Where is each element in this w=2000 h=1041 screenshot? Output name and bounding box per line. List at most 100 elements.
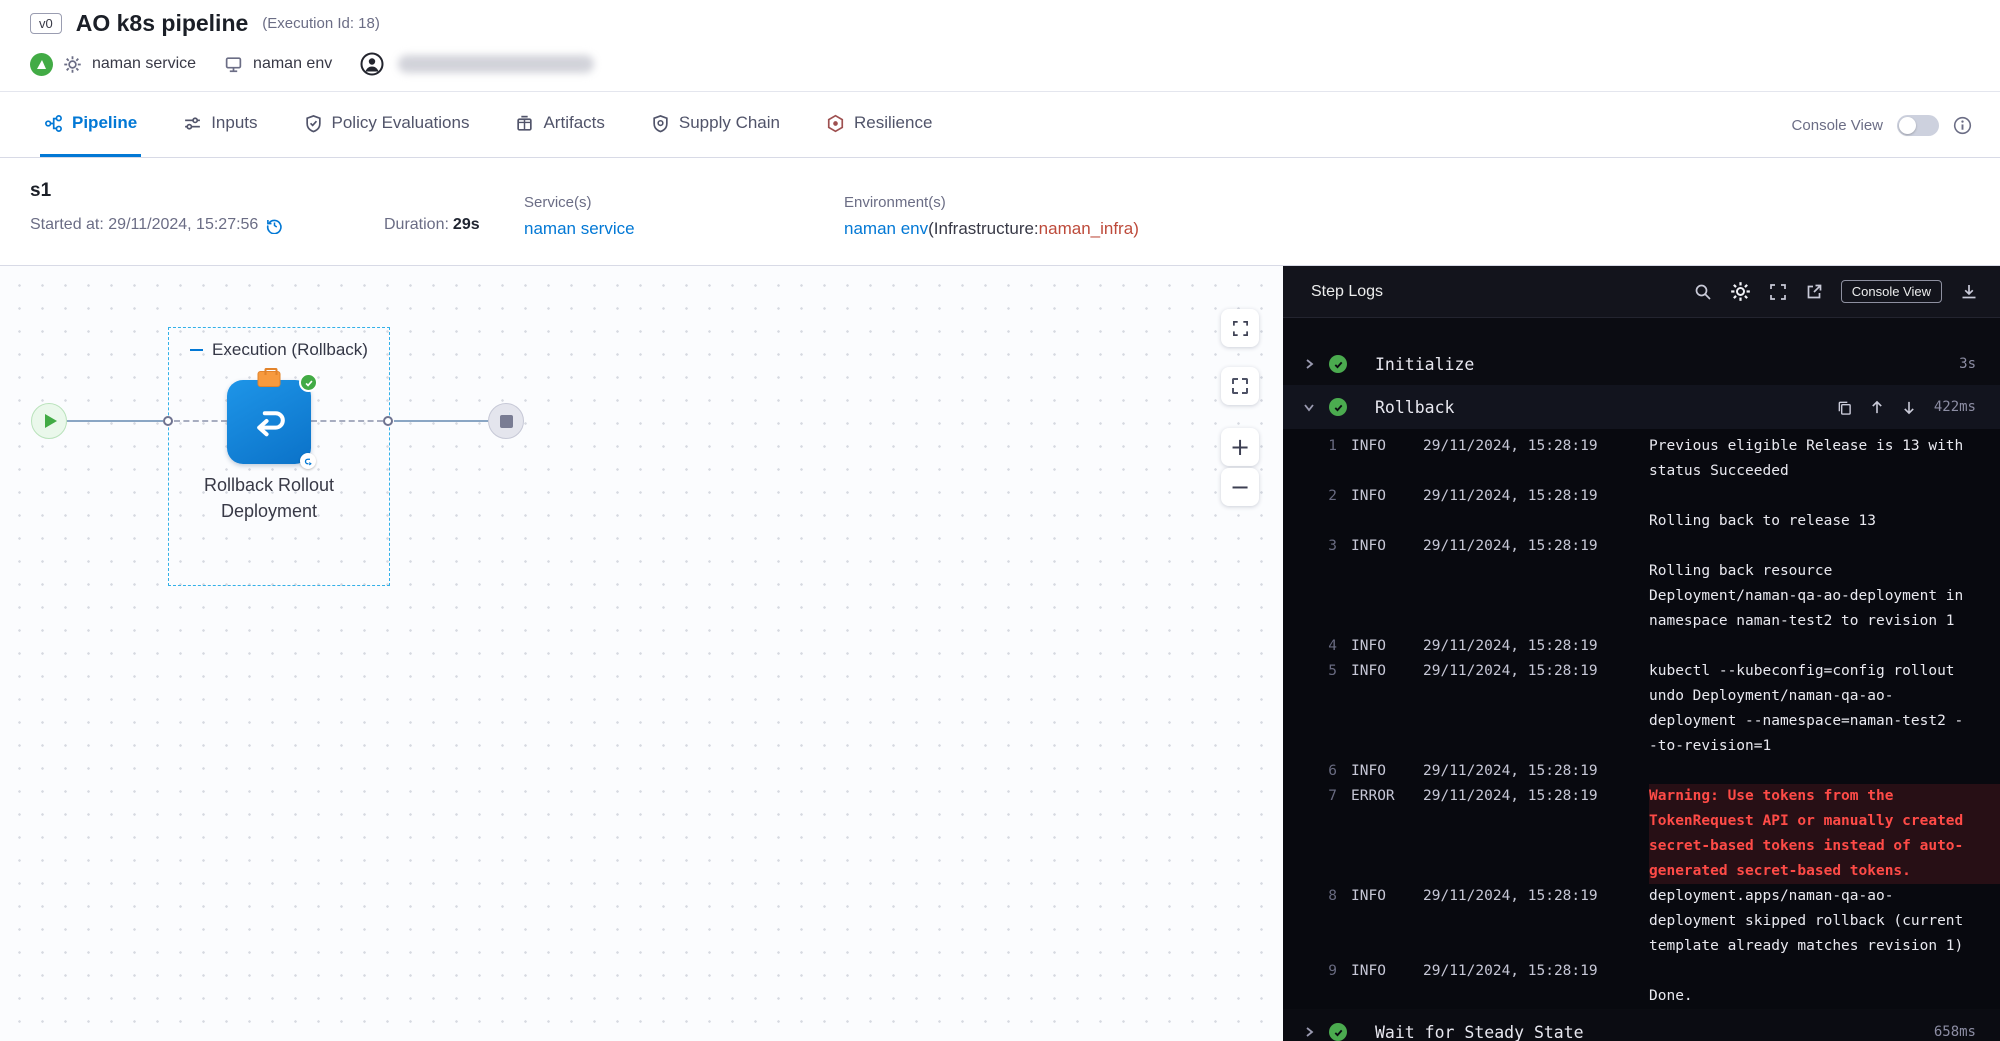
redacted-user-email [398,55,594,73]
duration-value: 29s [453,216,480,233]
log-line-number: 1 [1283,434,1337,459]
log-timestamp: 29/11/2024, 15:28:19 [1423,434,1649,459]
log-timestamp: 29/11/2024, 15:28:19 [1423,659,1649,684]
started-at-label: Started at: 29/11/2024, 15:27:56 [30,216,258,234]
infrastructure-name[interactable]: naman_infra [1039,219,1134,238]
avatar[interactable] [360,52,384,76]
tab-policy-evaluations[interactable]: Policy Evaluations [300,92,474,157]
tab-pipeline[interactable]: Pipeline [40,92,141,157]
log-line-number: 2 [1283,484,1337,509]
tab-inputs[interactable]: Inputs [179,92,261,157]
stop-icon [500,415,513,428]
environment-link[interactable]: naman env [844,219,928,239]
tab-policy-evaluations-label: Policy Evaluations [332,113,470,133]
log-line-error: 7ERROR29/11/2024, 15:28:19Warning: Use t… [1283,784,2000,884]
chevron-right-icon[interactable] [1303,358,1315,370]
tab-supply-chain-label: Supply Chain [679,113,780,133]
console-view-button[interactable]: Console View [1841,280,1942,303]
log-line-number: 5 [1283,659,1337,684]
chevron-right-icon[interactable] [1303,1026,1315,1038]
console-view-label: Console View [1792,117,1883,134]
tab-artifacts-label: Artifacts [543,113,604,133]
pipeline-canvas[interactable]: Execution (Rollback) [0,266,1283,1041]
service-link[interactable]: naman service [524,219,635,239]
tab-artifacts[interactable]: Artifacts [511,92,608,157]
section-title: Wait for Steady State [1375,1023,1584,1041]
step-success-badge [299,373,318,392]
log-output[interactable]: 1INFO29/11/2024, 15:28:19Previous eligib… [1283,429,2000,1009]
tab-supply-chain[interactable]: Supply Chain [647,92,784,157]
log-line: 8INFO29/11/2024, 15:28:19deployment.apps… [1283,884,2000,959]
log-line: 3INFO29/11/2024, 15:28:19 Rolling back r… [1283,534,2000,634]
log-line: 5INFO29/11/2024, 15:28:19kubectl --kubec… [1283,659,2000,759]
log-timestamp: 29/11/2024, 15:28:19 [1423,634,1649,659]
download-logs-icon[interactable] [1960,283,1978,301]
tab-bar: Pipeline Inputs Policy Evaluations Artif… [0,92,2000,158]
connector-node-right[interactable] [383,416,393,426]
log-level: INFO [1337,634,1423,659]
execution-group-label-row: Execution (Rollback) [169,340,389,360]
log-level: ERROR [1337,784,1423,809]
canvas-fullscreen-button[interactable] [1221,309,1259,347]
log-section-wait-steady-state[interactable]: Wait for Steady State 658ms [1283,1010,2000,1041]
log-level: INFO [1337,434,1423,459]
step-logs-title: Step Logs [1311,283,1383,301]
canvas-select-button[interactable] [1221,367,1259,405]
log-level: INFO [1337,759,1423,784]
console-view-toggle[interactable] [1897,115,1939,136]
log-timestamp: 29/11/2024, 15:28:19 [1423,534,1649,559]
end-node[interactable] [488,403,524,439]
copy-logs-icon[interactable] [1837,400,1852,415]
log-message: Previous eligible Release is 13 with sta… [1649,434,2000,484]
execution-id-label: (Execution Id: 18) [262,15,380,32]
version-badge[interactable]: v0 [30,13,62,34]
connector-node-left[interactable] [163,416,173,426]
log-level: INFO [1337,534,1423,559]
zoom-out-button[interactable]: − [1221,468,1259,506]
collapse-icon[interactable] [190,349,203,351]
play-icon [45,414,57,428]
chevron-down-icon[interactable] [1303,401,1315,413]
log-settings-gear-icon[interactable] [1730,281,1751,302]
infrastructure-suffix: ) [1133,219,1139,238]
log-section-initialize[interactable]: Initialize 3s [1283,342,2000,386]
rollback-step-node[interactable] [227,380,311,464]
log-timestamp: 29/11/2024, 15:28:19 [1423,884,1649,909]
stage-name: s1 [30,180,51,202]
header-env-name[interactable]: naman env [253,55,332,73]
tab-resilience[interactable]: Resilience [822,92,936,157]
zoom-in-button[interactable]: + [1221,428,1259,466]
scroll-up-icon[interactable] [1870,400,1884,415]
info-icon[interactable] [1953,116,1972,135]
expand-logs-icon[interactable] [1769,283,1787,301]
inputs-icon [183,114,202,133]
rollback-arrow-icon [248,401,290,443]
open-in-new-icon[interactable] [1805,283,1823,301]
plus-icon: + [1230,435,1250,459]
section-duration: 3s [1959,356,1976,372]
services-block: Service(s) naman service [524,194,635,239]
log-message: deployment.apps/naman-qa-ao- deployment … [1649,884,2000,959]
marquee-icon [1232,378,1248,394]
step-type-badge [300,453,316,469]
section-duration: 422ms [1934,399,1976,415]
log-line-number: 8 [1283,884,1337,909]
stage-info-bar: s1 Started at: 29/11/2024, 15:27:56 Dura… [0,158,2000,266]
tab-pipeline-label: Pipeline [72,113,137,133]
log-section-rollback[interactable]: Rollback 422ms [1283,385,2000,429]
deployment-briefcase-badge [258,371,281,387]
edge-start-to-stage [67,420,163,422]
log-line-number: 7 [1283,784,1337,809]
stage-duration: Duration:29s [384,216,480,234]
step-label: Rollback Rollout Deployment [159,472,379,524]
scroll-down-icon[interactable] [1902,400,1916,415]
log-timestamp: 29/11/2024, 15:28:19 [1423,959,1649,984]
history-icon[interactable] [266,217,283,234]
section-duration: 658ms [1934,1024,1976,1040]
header-service-name[interactable]: naman service [92,55,196,73]
start-node[interactable] [31,403,67,439]
toggle-knob [1899,117,1916,134]
supply-chain-shield-icon [651,114,670,133]
search-icon[interactable] [1694,283,1712,301]
log-message: Warning: Use tokens from the TokenReques… [1649,784,2000,884]
